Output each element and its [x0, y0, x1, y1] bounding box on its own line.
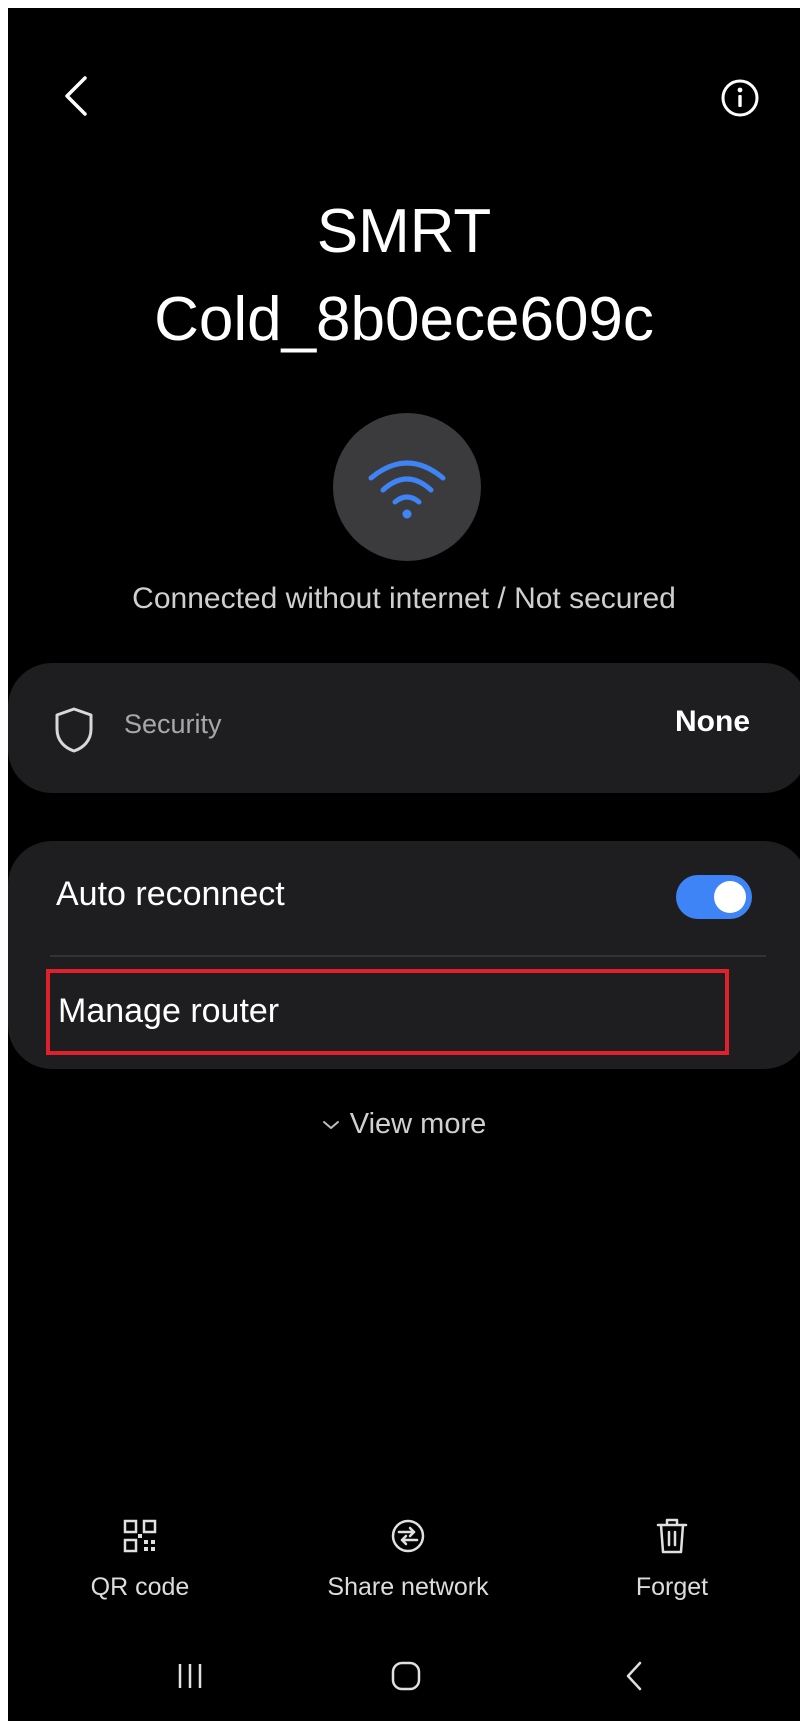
chevron-left-icon — [65, 76, 87, 116]
nav-back-button[interactable] — [594, 1646, 674, 1706]
forget-label: Forget — [635, 1573, 709, 1601]
auto-reconnect-row[interactable]: Auto reconnect — [8, 841, 800, 953]
back-button[interactable] — [52, 66, 100, 126]
home-button[interactable] — [366, 1646, 446, 1706]
connection-status: Connected without internet / Not secured — [132, 582, 676, 615]
back-icon — [626, 1661, 642, 1691]
info-icon — [721, 79, 759, 117]
view-more-button[interactable]: View more — [8, 1108, 800, 1141]
auto-reconnect-toggle[interactable] — [676, 875, 752, 919]
wifi-status-badge — [333, 413, 481, 561]
qr-code-button[interactable]: QR code — [40, 1513, 240, 1613]
system-navigation-bar — [8, 1638, 800, 1718]
wifi-network-details-screen: SMRT Cold_8b0ece609c Connected without i… — [8, 8, 800, 1721]
share-network-icon — [391, 1519, 425, 1553]
wifi-icon — [368, 460, 446, 519]
home-icon — [391, 1661, 421, 1691]
bottom-action-bar: QR code Share network Forget — [8, 1513, 800, 1613]
share-network-label: Share network — [327, 1573, 489, 1601]
forget-button[interactable]: Forget — [572, 1513, 772, 1613]
security-value: None — [675, 705, 750, 738]
toggle-knob — [714, 881, 746, 913]
security-row[interactable]: Security None — [8, 663, 800, 793]
divider — [50, 955, 766, 957]
settings-card: Auto reconnect Manage router — [8, 841, 800, 1069]
manage-router-row[interactable]: Manage router — [46, 969, 729, 1055]
auto-reconnect-label: Auto reconnect — [56, 875, 285, 913]
qr-code-label: QR code — [90, 1573, 190, 1601]
shield-icon — [55, 707, 93, 753]
network-name-line-1: SMRT — [316, 197, 492, 266]
share-network-button[interactable]: Share network — [308, 1513, 508, 1613]
network-name-line-2: Cold_8b0ece609c — [154, 285, 654, 354]
qr-code-icon — [123, 1519, 157, 1553]
manage-router-label: Manage router — [58, 992, 280, 1030]
security-card: Security None — [8, 663, 800, 793]
recent-apps-button[interactable] — [150, 1646, 230, 1706]
trash-icon — [656, 1518, 688, 1554]
top-bar — [8, 8, 800, 188]
recent-apps-icon — [178, 1664, 202, 1688]
network-name: SMRT Cold_8b0ece609c — [8, 188, 800, 364]
chevron-down-icon — [322, 1121, 339, 1130]
security-label: Security — [124, 709, 222, 739]
view-more-label: View more — [349, 1108, 487, 1140]
info-button[interactable] — [714, 72, 766, 124]
